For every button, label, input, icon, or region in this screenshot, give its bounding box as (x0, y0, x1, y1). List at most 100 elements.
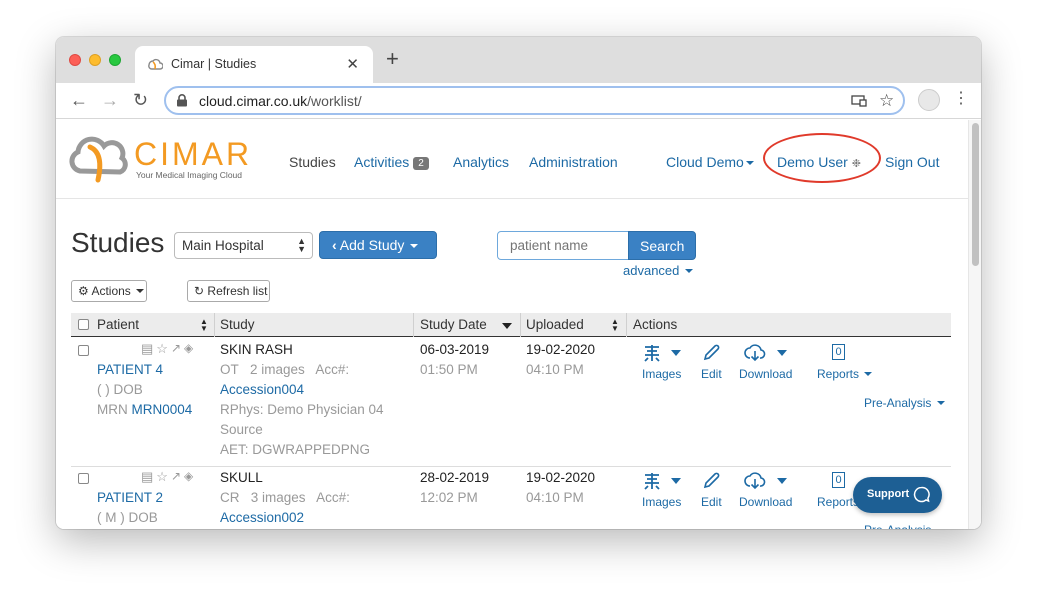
patient-name-link[interactable]: PATIENT 2 (97, 488, 163, 508)
study-date: 06-03-2019 (420, 342, 490, 357)
sort-icon[interactable]: ▲ ▼ (200, 318, 208, 333)
chevron-down-icon (685, 269, 694, 273)
address-bar[interactable]: cloud.cimar.co.uk/worklist/ ☆ (164, 86, 905, 115)
star-icon[interactable]: ☆ (156, 469, 168, 485)
row-checkbox[interactable] (78, 345, 89, 356)
chat-bubble-icon (913, 486, 930, 503)
tab-close-icon[interactable]: ✕ (346, 55, 359, 73)
back-arrow-icon[interactable]: ← (70, 90, 88, 110)
cloud-download-icon[interactable] (743, 471, 767, 491)
minimize-window-button[interactable] (89, 54, 101, 66)
sort-descending-icon[interactable] (502, 323, 512, 329)
nav-administration[interactable]: Administration (529, 154, 618, 170)
study-description: SKIN RASH (220, 342, 293, 357)
patient-name-link[interactable]: PATIENT 4 (97, 360, 163, 380)
column-divider (214, 313, 215, 337)
column-header-patient[interactable]: Patient (97, 317, 139, 332)
browser-tab-active[interactable]: Cimar | Studies ✕ (135, 46, 373, 83)
images-action[interactable]: Images (642, 495, 681, 509)
edit-action[interactable]: Edit (701, 495, 722, 509)
images-dropdown-icon[interactable] (671, 478, 681, 484)
nav-sign-out[interactable]: Sign Out (885, 154, 939, 170)
tag-icon[interactable]: ◈ (184, 341, 193, 357)
search-input[interactable] (497, 231, 629, 260)
add-study-label: Add Study (339, 237, 405, 253)
cast-icon[interactable] (851, 94, 867, 108)
location-select[interactable]: Main Hospital ▲ ▼ (174, 232, 313, 259)
support-chat-button[interactable]: Support (853, 477, 942, 513)
pre-analysis-action[interactable]: Pre-Analysis (864, 523, 931, 529)
download-dropdown-icon[interactable] (777, 478, 787, 484)
org-name: Cloud Demo (666, 154, 744, 170)
page-scrollbar[interactable] (968, 120, 981, 529)
bookmark-star-icon[interactable]: ☆ (879, 91, 894, 111)
scrollbar-thumb[interactable] (972, 123, 979, 266)
chevron-down-icon (936, 401, 945, 405)
nav-user-menu[interactable]: Demo User ❉ (777, 154, 861, 170)
column-header-study[interactable]: Study (220, 317, 255, 332)
refresh-label: Refresh list (207, 284, 268, 298)
forward-arrow-icon[interactable]: → (101, 90, 119, 110)
patient-sex-dob: ( ) DOB (97, 382, 143, 397)
study-date: 28-02-2019 (420, 470, 490, 485)
share-icon[interactable]: ↗ (171, 341, 181, 357)
column-header-uploaded[interactable]: Uploaded (526, 317, 584, 332)
profile-avatar[interactable] (918, 89, 940, 111)
tag-icon[interactable]: ◈ (184, 469, 193, 485)
reports-action[interactable]: Reports (817, 367, 873, 381)
nav-analytics[interactable]: Analytics (453, 154, 509, 170)
search-button[interactable]: Search (628, 231, 696, 260)
advanced-search-toggle[interactable]: advanced (623, 263, 694, 278)
row-tool-icons: ▤ ☆ ↗ ◈ (141, 341, 193, 357)
mrn-link[interactable]: MRN0004 (132, 402, 193, 417)
star-icon[interactable]: ☆ (156, 341, 168, 357)
page-title: Studies (71, 227, 165, 258)
edit-action[interactable]: Edit (701, 367, 722, 381)
images-dropdown-icon[interactable] (671, 350, 681, 356)
sort-icon[interactable]: ▲ ▼ (611, 318, 619, 333)
actions-button[interactable]: ⚙ Actions (71, 280, 147, 302)
accession-link[interactable]: Accession002 (220, 508, 304, 528)
download-action[interactable]: Download (739, 495, 792, 509)
accession-label: Acc#: (315, 362, 350, 377)
pencil-icon[interactable] (701, 471, 721, 491)
nav-activities-label: Activities (354, 154, 410, 170)
images-action[interactable]: Images (642, 367, 681, 381)
row-checkbox[interactable] (78, 473, 89, 484)
column-header-study-date[interactable]: Study Date (420, 317, 487, 332)
browser-menu-icon[interactable]: ⋮ (953, 89, 969, 109)
maximize-window-button[interactable] (109, 54, 121, 66)
add-study-button[interactable]: ‹ Add Study (319, 231, 437, 259)
uploaded-time: 04:10 PM (526, 490, 584, 505)
reload-icon[interactable]: ↻ (133, 90, 148, 110)
pre-analysis-action[interactable]: Pre-Analysis (864, 396, 945, 410)
notes-icon[interactable]: ▤ (141, 341, 153, 357)
select-all-checkbox[interactable] (78, 319, 89, 330)
close-window-button[interactable] (69, 54, 81, 66)
chevron-down-icon (745, 161, 754, 165)
cloud-download-icon[interactable] (743, 343, 767, 363)
image-count: 3 images (250, 490, 306, 505)
notes-icon[interactable]: ▤ (141, 469, 153, 485)
download-action[interactable]: Download (739, 367, 792, 381)
new-tab-button[interactable]: + (386, 48, 399, 70)
pencil-icon[interactable] (701, 343, 721, 363)
nav-org-dropdown[interactable]: Cloud Demo (666, 154, 754, 170)
image-count: 2 images (250, 362, 305, 377)
nav-activities[interactable]: Activities 2 (354, 154, 429, 170)
images-viewer-icon[interactable] (642, 343, 662, 363)
location-select-value: Main Hospital (182, 238, 264, 253)
cimar-logo[interactable]: CIMAR Your Medical Imaging Cloud (66, 133, 261, 183)
page-viewport: CIMAR Your Medical Imaging Cloud Studies… (56, 120, 968, 529)
accession-link[interactable]: Accession004 (220, 380, 304, 400)
actions-label: Actions (91, 284, 131, 298)
user-name: Demo User (777, 154, 848, 170)
refresh-list-button[interactable]: ↻ Refresh list (187, 280, 270, 302)
column-divider (520, 313, 521, 337)
images-viewer-icon[interactable] (642, 471, 662, 491)
chevron-down-icon (864, 372, 873, 376)
share-icon[interactable]: ↗ (171, 469, 181, 485)
browser-toolbar: ← → ↻ cloud.cimar.co.uk/worklist/ ☆ ⋮ (56, 83, 981, 119)
download-dropdown-icon[interactable] (777, 350, 787, 356)
nav-studies[interactable]: Studies (289, 154, 336, 170)
